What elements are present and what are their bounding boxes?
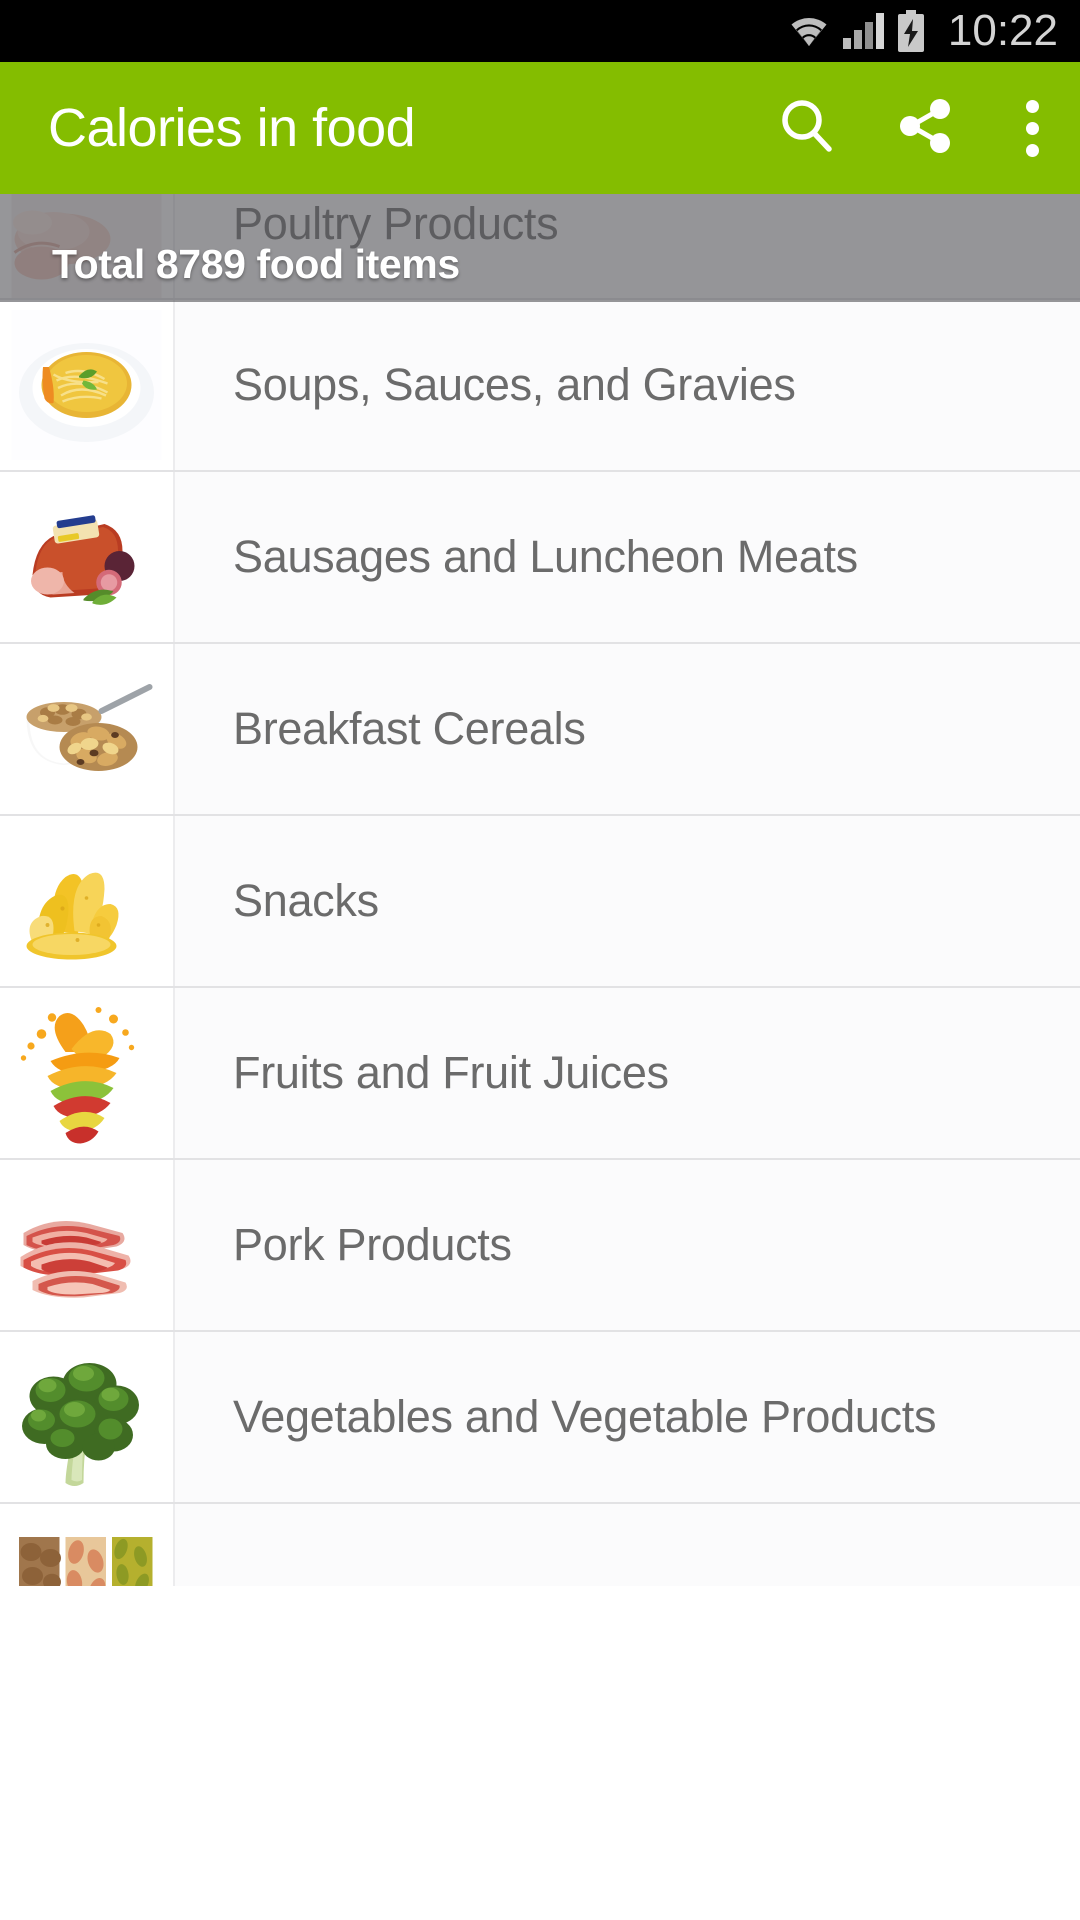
list-item-thumbnail	[0, 472, 175, 642]
status-bar-clock: 10:22	[947, 6, 1058, 55]
category-list[interactable]: Poultry Products Soups, Sauces, and Grav…	[0, 194, 1080, 1920]
status-bar: 10:22	[0, 0, 1080, 62]
list-item-thumbnail	[0, 1332, 175, 1502]
noodle-soup-bowl-photo	[11, 310, 162, 460]
list-item[interactable]: Soups, Sauces, and Gravies	[0, 300, 1080, 472]
fruit-slices-juice-splash-photo	[11, 998, 162, 1148]
nuts-seeds-legumes-trio-photo	[11, 1522, 162, 1586]
list-item-label: Poultry Products	[233, 198, 559, 249]
list-item[interactable]: Vegetables and Vegetable Products	[0, 1332, 1080, 1504]
page-title: Calories in food	[48, 98, 416, 158]
list-item-thumbnail	[0, 644, 175, 814]
list-item[interactable]: Sausages and Luncheon Meats	[0, 472, 1080, 644]
list-item-thumbnail	[0, 1504, 175, 1586]
overflow-menu-button[interactable]	[984, 62, 1080, 194]
list-item-label: Sausages and Luncheon Meats	[233, 531, 858, 582]
raw-poultry-chicken-photo	[11, 194, 162, 298]
list-item-label	[175, 1504, 1080, 1586]
share-icon	[894, 95, 956, 162]
smoked-ham-loaf-photo	[11, 482, 162, 632]
list-item[interactable]: Fruits and Fruit Juices	[0, 988, 1080, 1160]
overflow-menu-icon	[1025, 99, 1039, 157]
list-item[interactable]: Breakfast Cereals	[0, 644, 1080, 816]
list-item[interactable]	[0, 1504, 1080, 1586]
list-item-thumbnail	[0, 300, 175, 470]
wifi-icon	[787, 13, 831, 49]
list-item-label: Vegetables and Vegetable Products	[233, 1391, 937, 1442]
share-button[interactable]	[866, 62, 984, 194]
search-icon	[776, 95, 838, 162]
list-item-thumbnail	[0, 1160, 175, 1330]
list-item-thumbnail	[0, 816, 175, 986]
raw-bacon-slices-photo	[11, 1170, 162, 1320]
list-item-label: Pork Products	[233, 1219, 512, 1270]
broccoli-head-photo	[11, 1342, 162, 1492]
list-item[interactable]: Pork Products	[0, 1160, 1080, 1332]
cellular-signal-icon	[842, 13, 884, 49]
battery-charging-icon	[896, 10, 926, 52]
potato-chips-pile-photo	[11, 826, 162, 976]
search-button[interactable]	[748, 62, 866, 194]
list-item-label: Soups, Sauces, and Gravies	[233, 359, 796, 410]
list-item-label: Breakfast Cereals	[233, 703, 586, 754]
app-bar: Calories in food	[0, 62, 1080, 194]
list-item-thumbnail	[0, 988, 175, 1158]
app-bar-actions	[748, 62, 1080, 194]
cereal-bowl-with-spoon-photo	[11, 654, 162, 804]
list-item[interactable]: Snacks	[0, 816, 1080, 988]
list-item-thumbnail	[0, 194, 175, 298]
list-item-label: Snacks	[233, 875, 379, 926]
list-item[interactable]: Poultry Products	[0, 194, 1080, 300]
list-item-label: Fruits and Fruit Juices	[233, 1047, 669, 1098]
